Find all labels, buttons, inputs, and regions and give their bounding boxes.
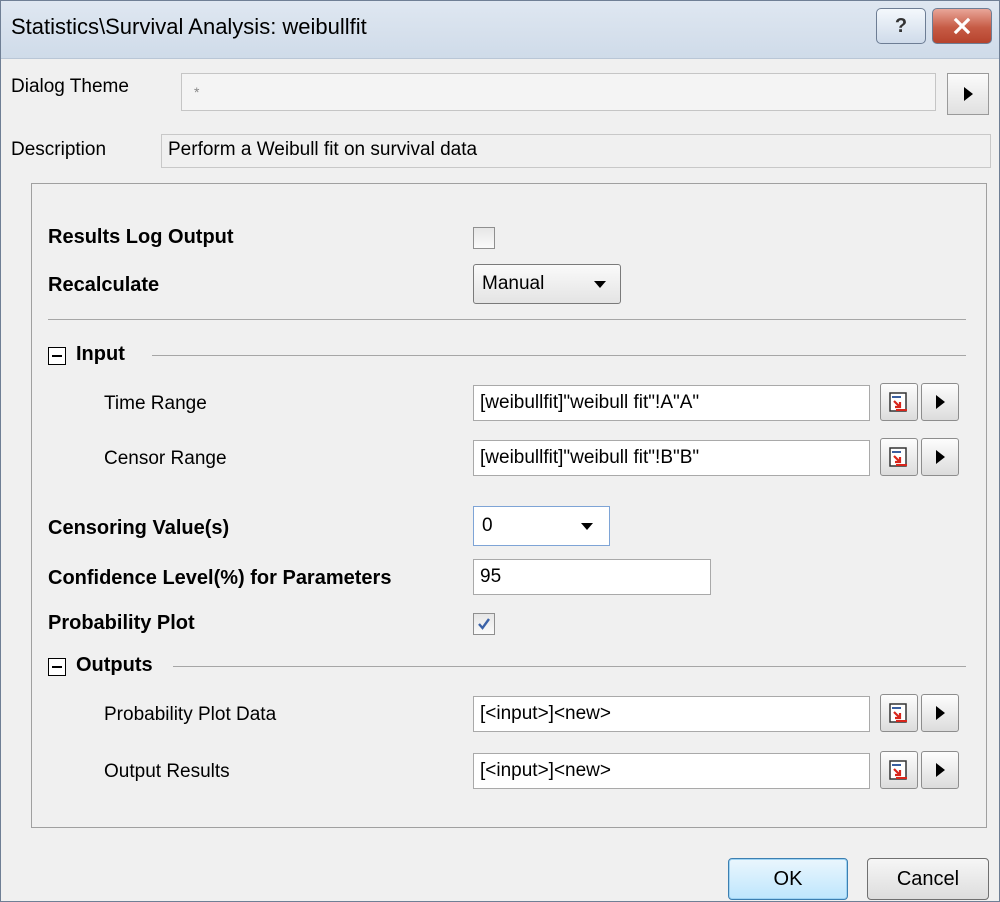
time-range-label: Time Range [104,393,207,414]
select-range-icon [889,703,907,723]
window-title: Statistics\Survival Analysis: weibullfit [11,14,367,39]
input-group-header: Input [76,343,125,365]
help-button[interactable]: ? [876,8,926,44]
recalculate-label: Recalculate [48,274,160,296]
chevron-down-icon [594,281,606,288]
censor-range-menu-button[interactable] [921,438,959,476]
probability-plot-label: Probability Plot [48,612,195,634]
checkmark-icon [478,618,490,630]
output-results-input[interactable]: [<input>]<new> [473,753,870,789]
probability-plot-data-label: Probability Plot Data [104,704,277,725]
select-range-icon [889,760,907,780]
probability-plot-checkbox[interactable] [473,613,495,635]
time-range-input[interactable]: [weibullfit]"weibull fit"!A"A" [473,385,870,421]
dialog-theme-label: Dialog Theme [11,76,129,97]
arrow-right-icon [935,450,945,464]
output-results-select-button[interactable] [880,751,918,789]
censoring-value-combo[interactable]: 0 [473,506,610,546]
censor-range-label: Censor Range [104,448,227,469]
arrow-right-icon [935,706,945,720]
help-icon: ? [894,14,908,37]
dialog-theme-field[interactable]: * [181,73,936,111]
close-icon [953,17,971,35]
arrow-right-icon [963,87,973,101]
dialog-window: Statistics\Survival Analysis: weibullfit… [0,0,1000,902]
confidence-level-input[interactable]: 95 [473,559,711,595]
arrow-right-icon [935,763,945,777]
output-results-menu-button[interactable] [921,751,959,789]
censoring-value: 0 [482,515,493,536]
description-label: Description [11,139,107,160]
outputs-group-line [173,666,966,667]
settings-panel: Results Log Output Recalculate Manual In… [31,183,987,828]
ok-button[interactable]: OK [728,858,848,900]
probability-plot-data-menu-button[interactable] [921,694,959,732]
collapse-outputs-icon[interactable] [48,658,66,676]
chevron-down-icon [581,523,593,530]
time-range-menu-button[interactable] [921,383,959,421]
outputs-group-header: Outputs [76,654,153,676]
divider [48,319,966,320]
recalculate-dropdown[interactable]: Manual [473,264,621,304]
theme-menu-button[interactable] [947,73,989,115]
title-bar[interactable]: Statistics\Survival Analysis: weibullfit… [1,1,999,59]
cancel-button[interactable]: Cancel [867,858,989,900]
censor-range-select-button[interactable] [880,438,918,476]
censor-range-input[interactable]: [weibullfit]"weibull fit"!B"B" [473,440,870,476]
probability-plot-data-select-button[interactable] [880,694,918,732]
probability-plot-data-input[interactable]: [<input>]<new> [473,696,870,732]
description-field: Perform a Weibull fit on survival data [161,134,991,168]
close-button[interactable] [932,8,992,44]
time-range-select-button[interactable] [880,383,918,421]
results-log-output-label: Results Log Output [48,226,234,248]
collapse-input-icon[interactable] [48,347,66,365]
select-range-icon [889,392,907,412]
recalculate-value: Manual [482,273,545,294]
output-results-label: Output Results [104,761,230,782]
arrow-right-icon [935,395,945,409]
confidence-level-label: Confidence Level(%) for Parameters [48,567,392,589]
results-log-output-checkbox[interactable] [473,227,495,249]
censoring-value-label: Censoring Value(s) [48,517,230,539]
input-group-line [152,355,966,356]
select-range-icon [889,447,907,467]
